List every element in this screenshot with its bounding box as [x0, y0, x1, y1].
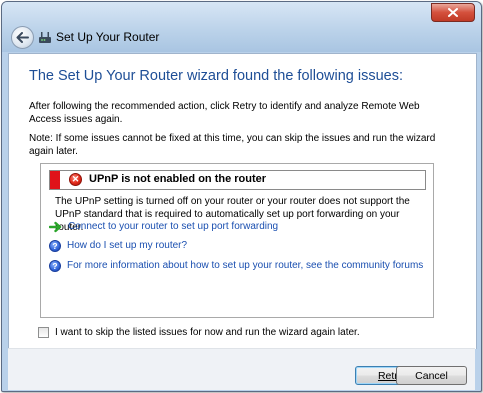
back-button[interactable]	[11, 26, 34, 49]
skip-issues-label: I want to skip the listed issues for now…	[55, 327, 360, 338]
link-row-community[interactable]: ? For more information about how to set …	[49, 258, 423, 273]
close-button[interactable]	[431, 3, 475, 22]
instruction-text: After following the recommended action, …	[29, 101, 420, 125]
skip-issues-option[interactable]: I want to skip the listed issues for now…	[38, 327, 360, 338]
router-app-icon	[39, 32, 51, 43]
button-bar: Retry Cancel	[8, 348, 475, 390]
page-heading: The Set Up Your Router wizard found the …	[29, 68, 403, 84]
issues-list: ✕ UPnP is not enabled on the router The …	[40, 163, 434, 318]
issue-title: UPnP is not enabled on the router	[89, 173, 267, 185]
skip-issues-checkbox[interactable]	[38, 327, 49, 338]
link-row-port-forwarding[interactable]: Connect to your router to set up port fo…	[49, 219, 278, 234]
close-icon	[448, 8, 458, 17]
issue-header: ✕ UPnP is not enabled on the router	[49, 170, 426, 190]
cancel-label: Cancel	[415, 369, 448, 382]
window-title: Set Up Your Router	[56, 30, 160, 44]
green-arrow-icon	[49, 221, 62, 232]
error-icon: ✕	[69, 173, 82, 186]
note-text: Note: If some issues cannot be fixed at …	[29, 133, 436, 157]
back-arrow-icon	[16, 32, 29, 43]
error-severity-bar	[50, 171, 60, 189]
setup-router-help-link[interactable]: How do I set up my router?	[67, 240, 187, 251]
community-forums-link[interactable]: For more information about how to set up…	[67, 260, 423, 271]
connect-router-link[interactable]: Connect to your router to set up port fo…	[68, 221, 278, 232]
title-bar: Set Up Your Router	[2, 2, 481, 52]
help-icon: ?	[49, 259, 61, 272]
cancel-button[interactable]: Cancel	[396, 366, 467, 385]
help-icon: ?	[49, 239, 61, 252]
link-row-setup-help[interactable]: ? How do I set up my router?	[49, 238, 187, 253]
